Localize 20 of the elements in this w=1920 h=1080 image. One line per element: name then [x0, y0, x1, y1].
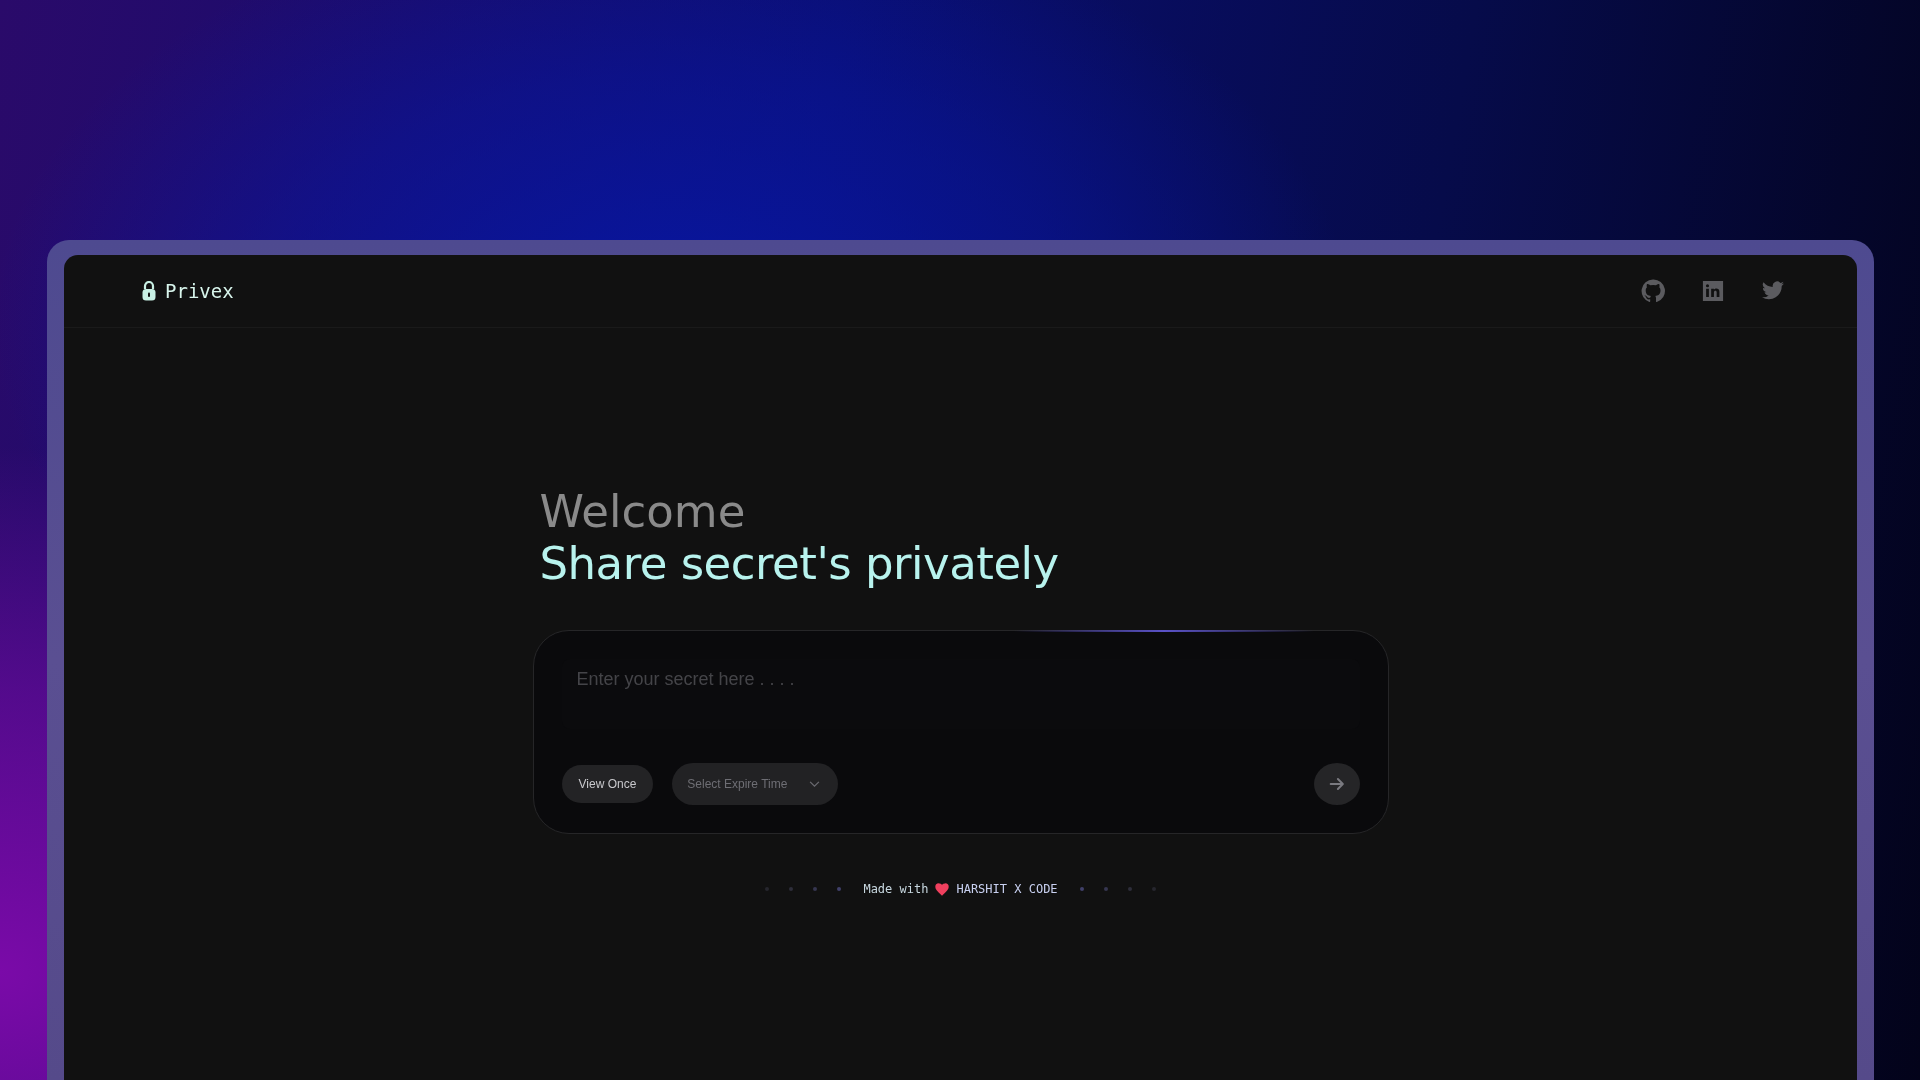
submit-button[interactable] — [1313, 763, 1360, 805]
linkedin-icon[interactable] — [1702, 280, 1724, 302]
heart-icon — [935, 882, 950, 896]
dot — [1127, 887, 1132, 891]
dot — [837, 887, 842, 891]
github-icon[interactable] — [1641, 279, 1665, 303]
made-with-text: Made with — [863, 882, 929, 896]
greeting-text: Welcome — [539, 486, 747, 538]
dot — [1103, 887, 1108, 891]
dot — [1079, 887, 1084, 891]
headline: Share secret's privately — [539, 538, 1060, 590]
author-link[interactable]: HARSHIT X CODE — [956, 882, 1058, 896]
dot — [789, 887, 794, 891]
view-once-button[interactable]: View Once — [561, 765, 654, 803]
secret-composer-field[interactable]: Enter your secret here . . . . View Once Select Expire Time — [532, 630, 1389, 834]
padlock-icon — [142, 281, 156, 301]
chevron-down-icon — [809, 780, 821, 788]
brand-name[interactable]: Privex — [165, 280, 234, 302]
arrow-right-icon — [1327, 775, 1346, 793]
dot — [813, 887, 818, 891]
